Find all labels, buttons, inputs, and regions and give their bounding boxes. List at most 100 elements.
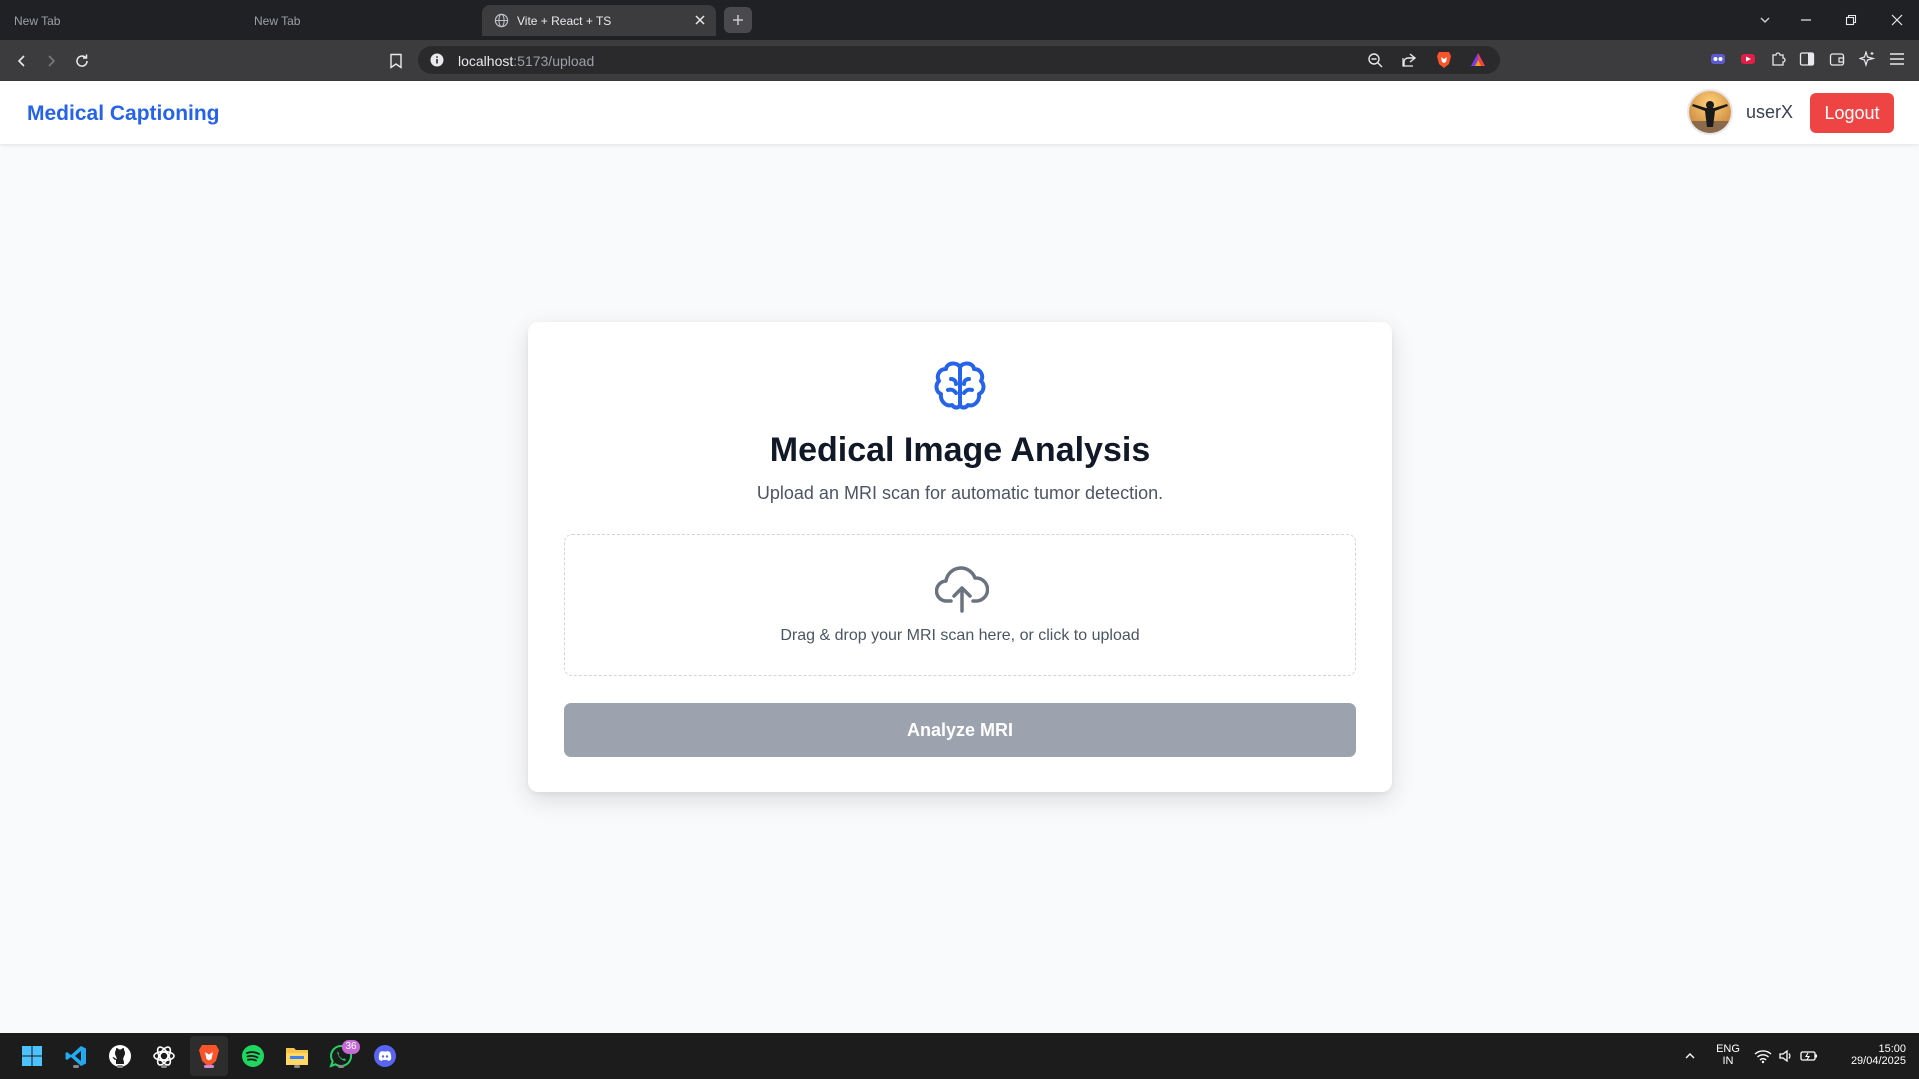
battery-icon — [1800, 1051, 1817, 1061]
chevron-down-icon — [1760, 17, 1770, 24]
share-button[interactable] — [1400, 51, 1418, 69]
bookmark-icon — [390, 53, 402, 69]
logout-button[interactable]: Logout — [1810, 93, 1894, 133]
language-top: ENG — [1716, 1043, 1740, 1055]
new-tab-button[interactable] — [724, 7, 752, 33]
tab-label: Vite + React + TS — [517, 13, 612, 28]
clock-time: 15:00 — [1878, 1043, 1906, 1055]
language-indicator[interactable]: ENG IN — [1713, 1043, 1743, 1067]
forward-button[interactable] — [40, 50, 62, 72]
back-button[interactable] — [11, 50, 33, 72]
running-indicator — [161, 1065, 167, 1068]
discord-icon — [374, 1045, 396, 1067]
spotify-icon — [242, 1045, 264, 1067]
close-icon — [1891, 14, 1903, 26]
avatar[interactable] — [1687, 89, 1733, 135]
bookmark-button[interactable] — [385, 50, 407, 72]
dropzone-text: Drag & drop your MRI scan here, or click… — [780, 627, 1140, 644]
info-icon[interactable] — [430, 53, 444, 67]
tab-label: New Tab — [14, 13, 61, 28]
reload-button[interactable] — [71, 50, 93, 72]
tab-active[interactable]: Vite + React + TS — [482, 5, 716, 36]
rewards-triangle-icon — [1471, 53, 1485, 66]
wallet-button[interactable] — [1827, 49, 1847, 69]
leo-ai-button[interactable] — [1857, 49, 1877, 69]
zoom-button[interactable] — [1366, 51, 1384, 69]
username-label: userX — [1746, 102, 1794, 122]
reload-icon — [76, 54, 88, 67]
brain-icon — [934, 361, 986, 410]
wifi-icon — [1754, 1050, 1772, 1064]
wallet-icon — [1829, 53, 1845, 66]
app-header: Medical Captioning userX Logout — [0, 81, 1919, 144]
chevron-up-icon — [1685, 1053, 1695, 1059]
tab-label: New Tab — [254, 13, 301, 28]
upload-card: Medical Image Analysis Upload an MRI sca… — [528, 322, 1392, 792]
taskbar-chatgpt[interactable] — [150, 1042, 178, 1070]
running-indicator — [73, 1065, 79, 1068]
sidebar-icon — [1799, 52, 1815, 66]
taskbar-spotify[interactable] — [239, 1042, 267, 1070]
tab-search-button[interactable] — [1755, 10, 1775, 30]
url-path: :5173/upload — [513, 53, 595, 69]
brave-shields-button[interactable] — [1435, 51, 1453, 69]
plus-icon — [733, 15, 743, 25]
sidebar-button[interactable] — [1797, 49, 1817, 69]
url-host: localhost — [458, 53, 514, 69]
notification-badge: 36 — [342, 1040, 360, 1054]
clock-date: 29/04/2025 — [1850, 1055, 1906, 1067]
running-indicator — [338, 1065, 344, 1068]
minimize-button[interactable] — [1796, 10, 1816, 30]
globe-icon — [494, 13, 509, 28]
brand-logo-text[interactable]: Medical Captioning — [27, 102, 220, 126]
active-indicator — [204, 1065, 214, 1068]
browser-tab-bar: New Tab New Tab Vite + React + TS — [0, 0, 1919, 40]
tab-new-tab-1[interactable]: New Tab — [14, 5, 60, 36]
taskbar-discord[interactable] — [371, 1042, 399, 1070]
taskbar-brave[interactable] — [195, 1042, 223, 1070]
quick-settings-button[interactable] — [1752, 1042, 1820, 1070]
zoom-out-icon — [1368, 53, 1383, 68]
extension-video-button[interactable] — [1738, 49, 1758, 69]
windows-logo-icon — [22, 1046, 42, 1066]
running-indicator — [117, 1065, 123, 1068]
brave-rewards-button[interactable] — [1469, 51, 1487, 69]
brave-lion-icon — [1437, 52, 1451, 68]
page-title: Medical Image Analysis — [769, 431, 1151, 469]
menu-button[interactable] — [1887, 49, 1907, 69]
close-window-button[interactable] — [1887, 10, 1907, 30]
show-hidden-icons-button[interactable] — [1676, 1042, 1704, 1070]
start-button[interactable] — [18, 1042, 46, 1070]
user-avatar-image — [1689, 91, 1731, 133]
analyze-mri-button[interactable]: Analyze MRI — [564, 703, 1356, 757]
restore-icon — [1845, 14, 1857, 26]
tab-new-tab-2[interactable]: New Tab — [254, 5, 300, 36]
restore-button[interactable] — [1841, 10, 1861, 30]
hamburger-icon — [1890, 53, 1904, 65]
extensions-button[interactable] — [1768, 49, 1788, 69]
taskbar-github[interactable] — [106, 1042, 134, 1070]
translate-extension-icon — [1711, 54, 1725, 64]
minimize-icon — [1801, 19, 1811, 21]
extension-translate-button[interactable] — [1708, 49, 1728, 69]
video-extension-icon — [1741, 54, 1755, 64]
arrow-right-icon — [48, 55, 56, 67]
running-indicator — [294, 1065, 300, 1068]
taskbar-file-explorer[interactable] — [283, 1042, 311, 1070]
folder-icon — [286, 1048, 308, 1065]
page-subtitle: Upload an MRI scan for automatic tumor d… — [756, 483, 1164, 503]
cloud-upload-icon — [935, 566, 989, 613]
address-bar[interactable]: localhost:5173/upload — [418, 46, 1500, 74]
arrow-left-icon — [17, 55, 25, 67]
url-text[interactable]: localhost:5173/upload — [458, 53, 594, 69]
volume-icon — [1779, 1049, 1791, 1063]
close-tab-icon[interactable] — [692, 12, 708, 28]
taskbar-vscode[interactable] — [62, 1042, 90, 1070]
puzzle-icon — [1772, 52, 1786, 66]
clock[interactable]: 15:00 29/04/2025 — [1830, 1043, 1906, 1067]
language-bottom: IN — [1722, 1055, 1734, 1067]
sparkle-icon — [1859, 51, 1875, 67]
windows-taskbar: 36 ENG IN 15:00 29/04/2025 — [0, 1033, 1919, 1079]
file-dropzone[interactable]: Drag & drop your MRI scan here, or click… — [564, 534, 1356, 676]
share-icon — [1402, 53, 1417, 67]
